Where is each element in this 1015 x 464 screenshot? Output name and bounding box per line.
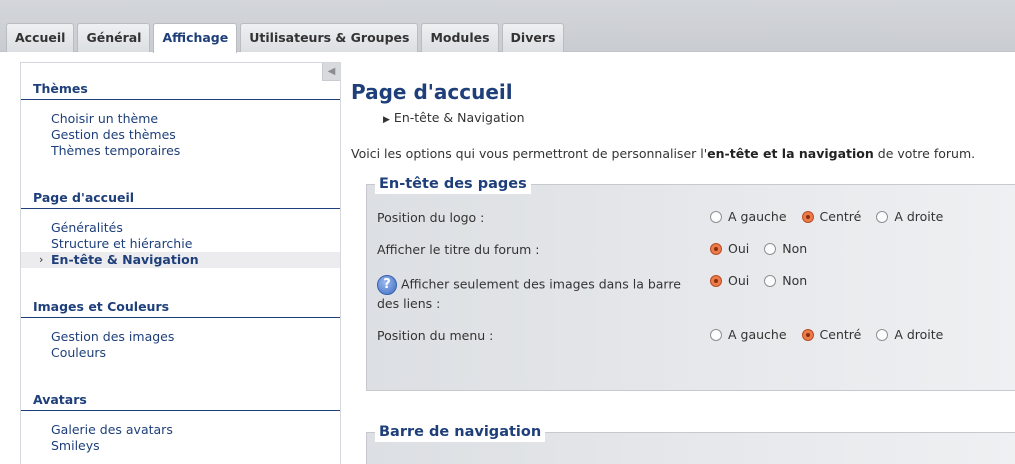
tab-divers[interactable]: Divers (501, 23, 565, 52)
sidebar-item-structure-hierarchie[interactable]: Structure et hiérarchie (21, 236, 340, 252)
sidebar-heading: Page d'accueil (21, 187, 340, 209)
intro-text: Voici les options qui vous permettront d… (351, 146, 975, 161)
option-label-text: Afficher seulement des images dans la ba… (377, 276, 681, 312)
sidebar-section-themes: Thèmes Choisir un thème Gestion des thèm… (21, 78, 340, 159)
fieldset-entete-pages: En-tête des pages Position du logo : A g… (366, 174, 1015, 391)
tab-accueil[interactable]: Accueil (6, 23, 75, 52)
option-label: ? Afficher seulement des images dans la b… (377, 275, 702, 312)
radio-button[interactable] (764, 274, 777, 287)
sidebar-section-page-accueil: Page d'accueil Généralités Structure et … (21, 187, 340, 268)
radio-group-images-barre-liens: Oui Non (710, 273, 822, 288)
page-title: Page d'accueil (351, 80, 513, 104)
radio-button-selected[interactable] (801, 210, 814, 223)
fieldset-legend: En-tête des pages (375, 174, 531, 194)
radio-button[interactable] (710, 328, 722, 341)
sidebar-section-images-couleurs: Images et Couleurs Gestion des images Co… (21, 296, 340, 361)
radio-non[interactable]: Non (764, 273, 807, 288)
radio-label: Oui (728, 273, 750, 288)
radio-label: A droite (894, 327, 944, 342)
radio-button[interactable] (710, 210, 722, 223)
top-tab-bar: Accueil Général Affichage Utilisateurs &… (0, 0, 1015, 53)
radio-button-selected[interactable] (710, 274, 722, 287)
tab-affichage[interactable]: Affichage (153, 23, 238, 53)
main-tabs: Accueil Général Affichage Utilisateurs &… (6, 23, 565, 53)
intro-text-end: de votre forum. (873, 146, 976, 161)
sidebar-heading: Thèmes (21, 78, 340, 100)
breadcrumb-label: En-tête & Navigation (393, 110, 525, 125)
intro-text-start: Voici les options qui vous permettront d… (351, 146, 708, 161)
radio-label: Centré (819, 209, 862, 224)
main-content: Page d'accueil ▶ En-tête & Navigation Voi… (341, 52, 1015, 464)
radio-button-selected[interactable] (710, 242, 722, 255)
radio-centre[interactable]: Centré (801, 327, 862, 342)
sidebar-item-couleurs[interactable]: Couleurs (21, 345, 340, 361)
sidebar-item-label: En-tête & Navigation (51, 252, 199, 267)
radio-label: A gauche (728, 327, 787, 342)
sidebar-item-gestion-images[interactable]: Gestion des images (21, 329, 340, 345)
option-label: Position du logo : (377, 210, 485, 225)
radio-label: Oui (728, 241, 750, 256)
radio-oui[interactable]: Oui (710, 241, 749, 256)
radio-a-droite[interactable]: A droite (876, 327, 943, 342)
radio-button[interactable] (876, 328, 889, 341)
sidebar-section-avatars: Avatars Galerie des avatars Smileys (21, 389, 340, 454)
radio-group-afficher-titre: Oui Non (710, 241, 822, 256)
sidebar-item-gestion-themes[interactable]: Gestion des thèmes (21, 127, 340, 143)
sidebar-item-choisir-theme[interactable]: Choisir un thème (21, 111, 340, 127)
option-label: Afficher le titre du forum : (377, 242, 540, 257)
tab-utilisateurs-groupes[interactable]: Utilisateurs & Groupes (240, 23, 419, 52)
sidebar-item-themes-temporaires[interactable]: Thèmes temporaires (21, 143, 340, 159)
tab-general[interactable]: Général (77, 23, 151, 52)
radio-label: Centré (819, 327, 862, 342)
help-question-icon[interactable]: ? (377, 275, 397, 295)
current-item-chevron-icon: › (39, 253, 44, 266)
fieldset-barre-navigation: Barre de navigation (366, 422, 1015, 464)
option-label: Position du menu : (377, 328, 494, 343)
radio-a-droite[interactable]: A droite (876, 209, 943, 224)
sidebar-item-galerie-avatars[interactable]: Galerie des avatars (21, 422, 340, 438)
sidebar-item-generalites[interactable]: Généralités (21, 220, 340, 236)
sidebar-heading: Avatars (21, 389, 340, 411)
radio-centre[interactable]: Centré (801, 209, 862, 224)
radio-a-gauche[interactable]: A gauche (710, 327, 787, 342)
radio-a-gauche[interactable]: A gauche (710, 209, 787, 224)
radio-label: A gauche (728, 209, 787, 224)
radio-label: Non (782, 241, 808, 256)
sidebar: ◀ Thèmes Choisir un thème Gestion des th… (20, 62, 341, 464)
sidebar-heading: Images et Couleurs (21, 296, 340, 318)
radio-button[interactable] (876, 210, 889, 223)
radio-group-position-menu: A gauche Centré A droite (710, 327, 958, 342)
breadcrumb: ▶ En-tête & Navigation (383, 110, 525, 125)
radio-label: A droite (894, 209, 944, 224)
fieldset-legend: Barre de navigation (375, 422, 546, 442)
radio-group-position-logo: A gauche Centré A droite (710, 209, 958, 224)
intro-text-bold: en-tête et la navigation (707, 146, 874, 161)
radio-oui[interactable]: Oui (710, 273, 749, 288)
tab-modules[interactable]: Modules (421, 23, 499, 52)
sidebar-item-entete-navigation[interactable]: › En-tête & Navigation (21, 252, 340, 268)
breadcrumb-arrow-icon: ▶ (383, 115, 390, 125)
radio-label: Non (782, 273, 808, 288)
sidebar-item-smileys[interactable]: Smileys (21, 438, 340, 454)
radio-button[interactable] (764, 242, 777, 255)
radio-non[interactable]: Non (764, 241, 807, 256)
radio-button-selected[interactable] (801, 328, 814, 341)
